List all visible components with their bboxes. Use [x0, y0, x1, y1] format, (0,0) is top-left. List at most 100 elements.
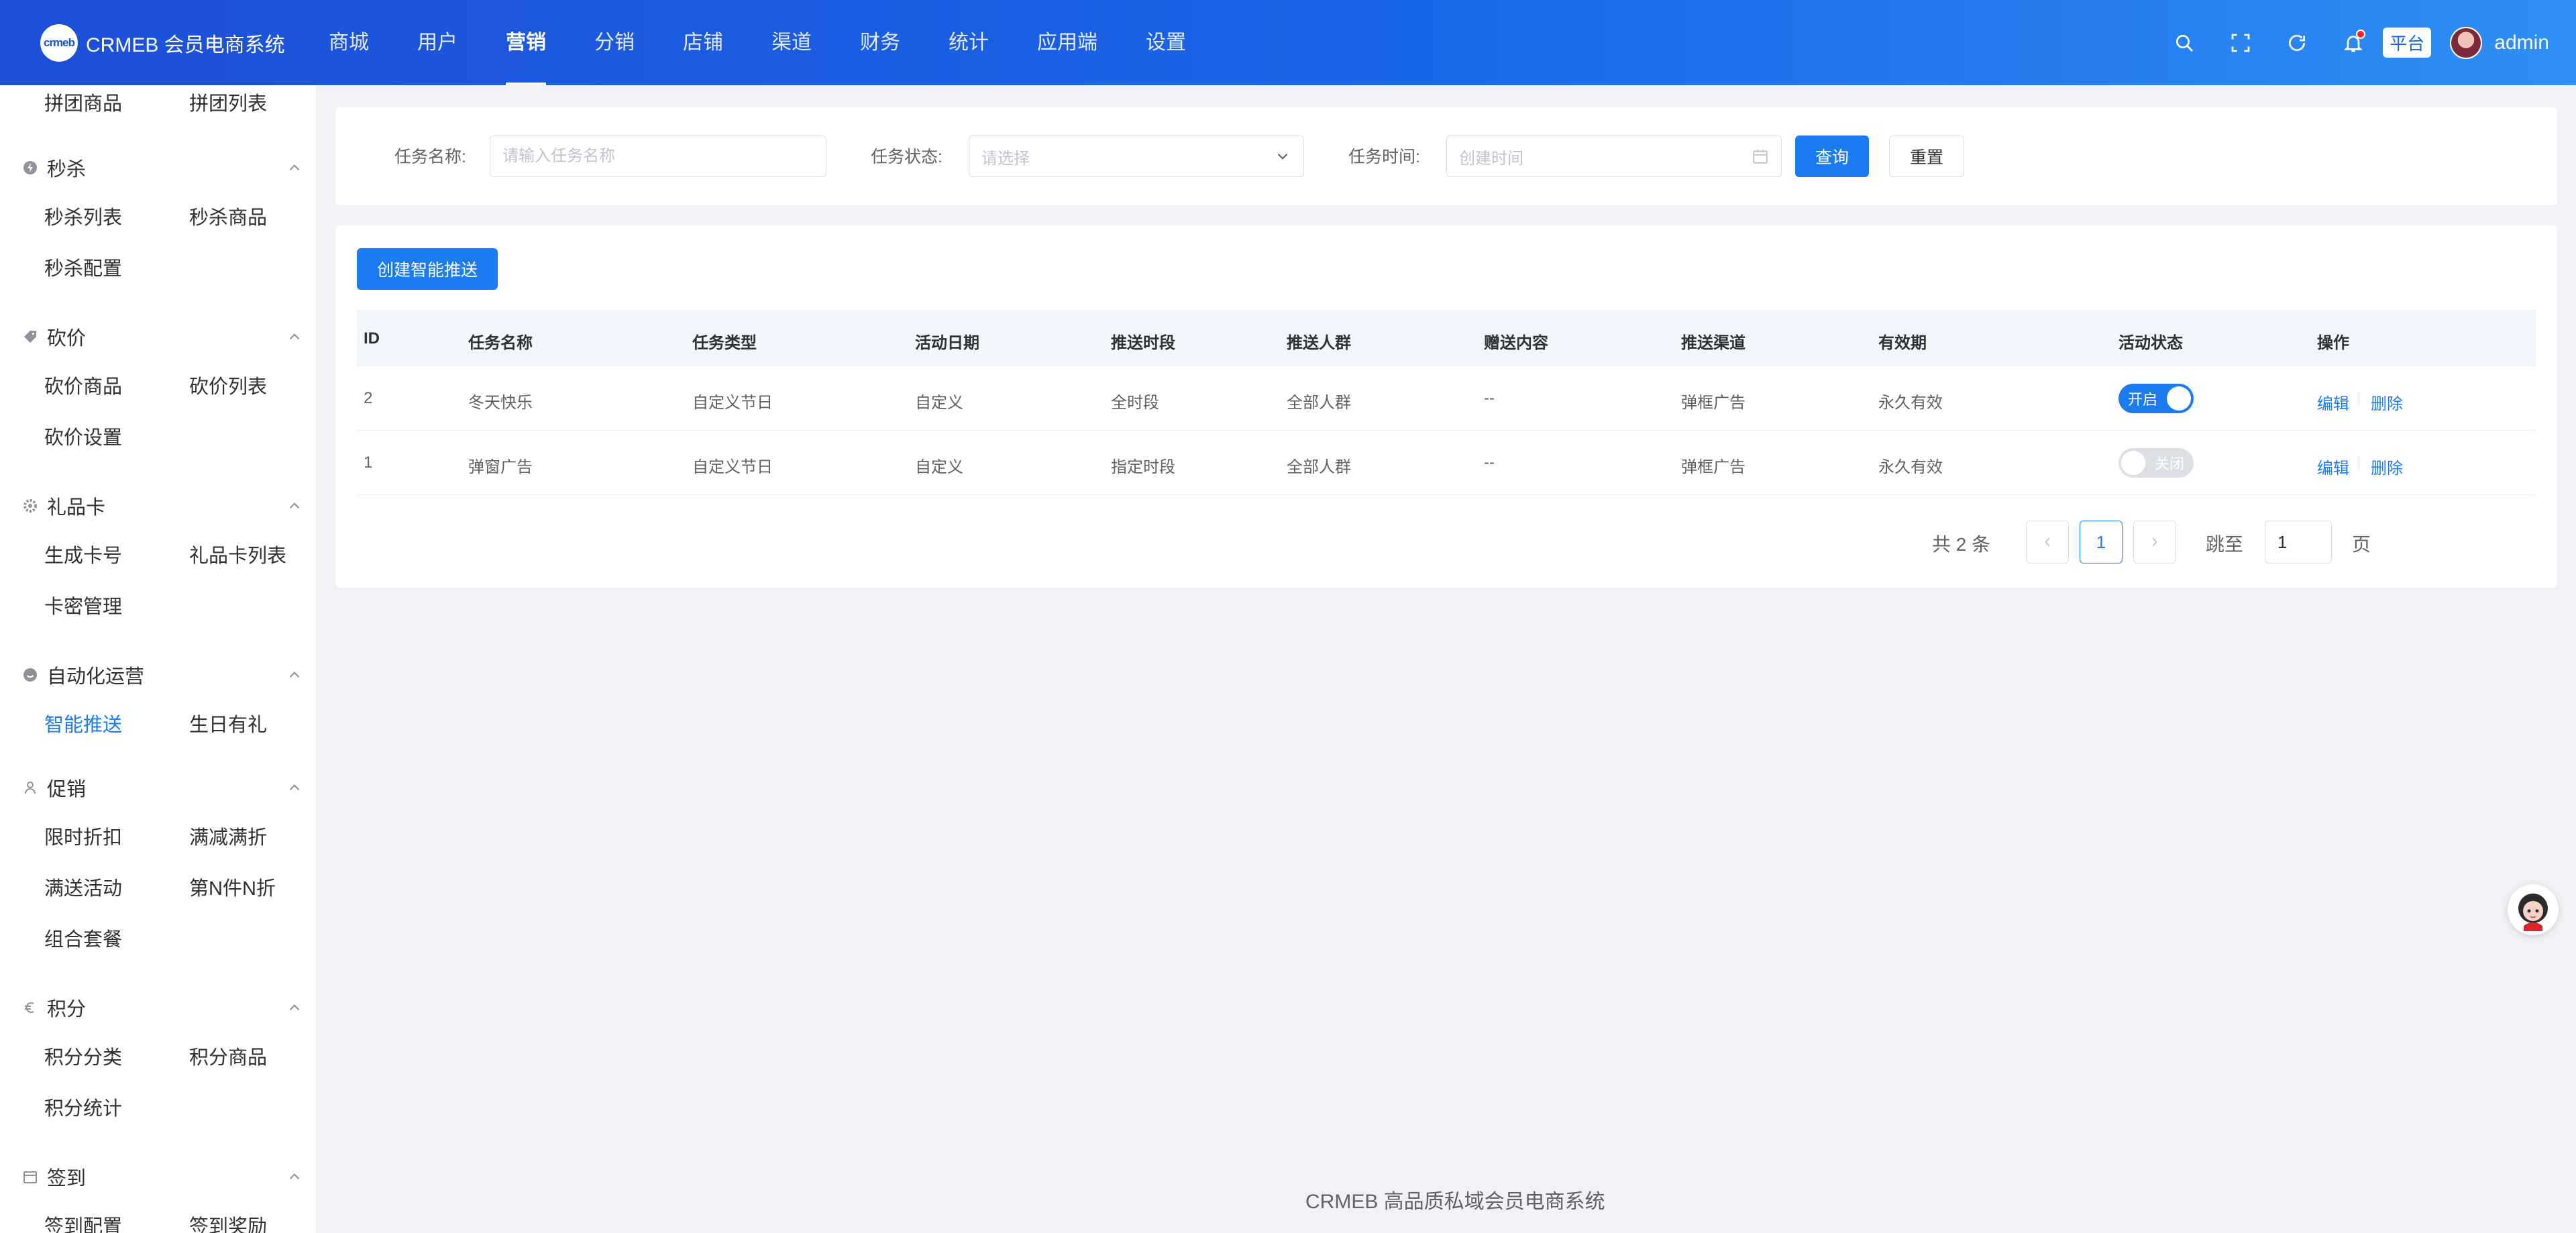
table-cell-name: 弹窗广告: [468, 458, 533, 476]
task-name-input[interactable]: [490, 136, 826, 177]
filter-panel: 任务名称: 任务状态: 请选择 任务时间: 创建时间 查询 重置: [335, 107, 2557, 205]
sidebar-item[interactable]: 砍价商品: [44, 370, 122, 404]
top-nav-item[interactable]: 商城: [329, 0, 369, 85]
edit-link[interactable]: 编辑: [2317, 455, 2349, 478]
sidebar-group-title[interactable]: 砍价: [21, 317, 303, 357]
reset-button[interactable]: 重置: [1889, 136, 1965, 177]
sidebar-item[interactable]: 满送活动: [44, 872, 122, 906]
sidebar-group-label: 礼品卡: [47, 497, 106, 519]
task-status-select[interactable]: 请选择: [969, 136, 1304, 177]
fullscreen-icon[interactable]: [2227, 30, 2254, 56]
sidebar-item[interactable]: 卡密管理: [44, 590, 122, 624]
sidebar-item[interactable]: 积分分类: [44, 1041, 122, 1075]
sidebar-item[interactable]: 拼团列表: [189, 87, 267, 121]
table-cell-validity: 永久有效: [1878, 458, 1943, 476]
calendar-icon: [1753, 150, 1768, 164]
sidebar-item[interactable]: 积分商品: [189, 1041, 267, 1075]
sidebar-item[interactable]: 限时折扣: [44, 821, 122, 855]
task-time-placeholder: 创建时间: [1459, 149, 1523, 168]
platform-badge[interactable]: 平台: [2383, 28, 2432, 58]
table-cell-gift: --: [1484, 453, 1495, 472]
status-toggle[interactable]: 关闭: [2118, 448, 2194, 478]
sidebar-item[interactable]: 拼团商品: [44, 87, 122, 121]
next-page-button[interactable]: [2133, 521, 2176, 564]
sidebar-item[interactable]: 秒杀商品: [189, 201, 267, 235]
status-toggle[interactable]: 开启: [2118, 384, 2194, 413]
sidebar-item[interactable]: 礼品卡列表: [189, 539, 286, 573]
task-time-picker[interactable]: 创建时间: [1446, 136, 1782, 177]
sidebar-item[interactable]: 生成卡号: [44, 539, 122, 573]
table-row: 1 弹窗广告 自定义节日 自定义 指定时段 全部人群 -- 弹框广告 永久有效 关闭 编辑 删除: [357, 431, 2536, 495]
top-nav-item[interactable]: 统计: [949, 0, 989, 85]
page-number-current[interactable]: 1: [2080, 521, 2123, 564]
jump-page-input[interactable]: [2265, 521, 2332, 564]
refresh-icon[interactable]: [2284, 30, 2310, 56]
table-cell-name: 冬天快乐: [468, 394, 533, 412]
top-nav-item[interactable]: 应用端: [1037, 0, 1097, 85]
column-header: ID: [364, 329, 380, 347]
logo[interactable]: crmeb CRMEB 会员电商系统: [40, 23, 329, 62]
header-toolbar: 平台 admin: [2141, 0, 2549, 85]
sidebar-group-title[interactable]: 促销: [21, 767, 303, 808]
notification-dot: [2356, 29, 2366, 39]
customer-service-avatar-icon[interactable]: [2508, 884, 2559, 935]
sidebar-group-label: 秒杀: [47, 159, 87, 180]
sidebar-item[interactable]: 生日有礼: [189, 708, 267, 742]
bell-icon[interactable]: [2340, 29, 2367, 56]
sidebar-group-title[interactable]: 秒杀: [21, 148, 303, 188]
flash-icon: [21, 159, 39, 176]
sidebar-group-title[interactable]: 礼品卡: [21, 486, 303, 526]
top-nav-item[interactable]: 店铺: [683, 0, 723, 85]
sidebar-item[interactable]: 秒杀配置: [44, 252, 122, 286]
sidebar-item[interactable]: 智能推送: [44, 708, 122, 742]
sidebar-group-title[interactable]: 自动化运营: [21, 655, 303, 695]
push-task-table: ID 任务名称 任务类型 活动日期 推送时段 推送人群 赠送内容 推送渠道 有效期 活动状态 操作 …: [357, 310, 2536, 495]
username[interactable]: admin: [2494, 32, 2549, 54]
delete-link[interactable]: 删除: [2371, 455, 2403, 478]
page-unit-label: 页: [2352, 534, 2371, 555]
top-nav-item[interactable]: 分销: [594, 0, 635, 85]
sidebar-item[interactable]: 积分统计: [44, 1092, 122, 1126]
column-header: 推送人群: [1287, 334, 1351, 352]
prev-page-button[interactable]: [2026, 521, 2069, 564]
table-cell-id: 2: [364, 389, 373, 407]
sidebar-group-label: 积分: [47, 999, 87, 1020]
sidebar-item[interactable]: 组合套餐: [44, 923, 122, 957]
sidebar-item[interactable]: 签到配置: [44, 1210, 122, 1233]
query-button[interactable]: 查询: [1795, 136, 1870, 177]
top-nav-item[interactable]: 用户: [417, 0, 458, 85]
top-nav-item[interactable]: 设置: [1146, 0, 1186, 85]
table-header: ID 任务名称 任务类型 活动日期 推送时段 推送人群 赠送内容 推送渠道 有效期 活动状态 操作: [357, 310, 2536, 366]
table-body: 2 冬天快乐 自定义节日 自定义 全时段 全部人群 -- 弹框广告 永久有效 开启 编辑 删除 1 弹窗广…: [357, 366, 2536, 495]
table-cell-date: 自定义: [915, 458, 963, 476]
table-cell-id: 1: [364, 453, 373, 472]
chevron-up-icon: [286, 328, 303, 345]
chevron-up-icon: [286, 999, 303, 1016]
task-status-label: 任务状态:: [871, 148, 943, 166]
gear-icon: [21, 497, 39, 515]
avatar[interactable]: [2450, 26, 2483, 59]
column-header: 赠送内容: [1484, 334, 1548, 352]
top-nav-item[interactable]: 财务: [860, 0, 900, 85]
column-header: 操作: [2317, 334, 2349, 352]
sidebar-item[interactable]: 秒杀列表: [44, 201, 122, 235]
sidebar-item[interactable]: 签到奖励: [189, 1210, 267, 1233]
sidebar-item[interactable]: 砍价设置: [44, 421, 122, 455]
table-cell-period: 指定时段: [1111, 458, 1175, 476]
sidebar-item[interactable]: 砍价列表: [189, 370, 267, 404]
edit-link[interactable]: 编辑: [2317, 390, 2349, 414]
sidebar-group-title[interactable]: 积分: [21, 987, 303, 1028]
logo-mark: crmeb: [40, 23, 78, 62]
sidebar-item[interactable]: 第N件N折: [189, 872, 276, 906]
top-nav-item[interactable]: 渠道: [771, 0, 812, 85]
top-nav-item[interactable]: 营销: [506, 0, 546, 85]
sidebar-group-title[interactable]: 签到: [21, 1157, 303, 1197]
table-cell-validity: 永久有效: [1878, 394, 1943, 412]
create-smart-push-button[interactable]: 创建智能推送: [357, 248, 498, 290]
toggle-knob: [2121, 451, 2145, 475]
delete-link[interactable]: 删除: [2371, 390, 2403, 414]
task-time-label: 任务时间:: [1348, 148, 1420, 166]
search-icon[interactable]: [2171, 30, 2198, 56]
column-header: 活动状态: [2118, 334, 2183, 352]
sidebar-item[interactable]: 满减满折: [189, 821, 267, 855]
